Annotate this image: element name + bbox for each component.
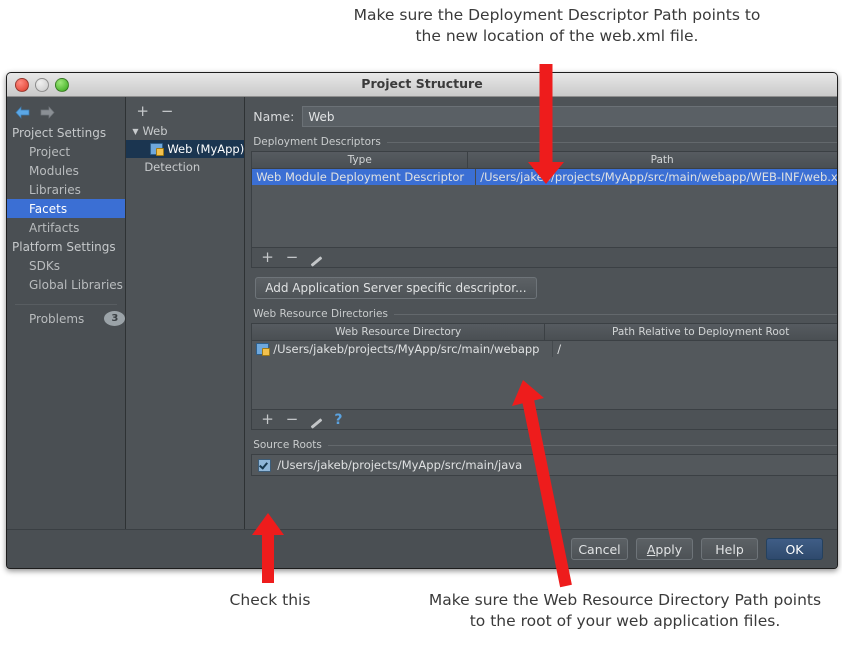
tree-node-detection[interactable]: Detection (126, 158, 244, 176)
web-resource-directories-toolbar: + − ? (252, 409, 837, 429)
table-empty-area (252, 185, 837, 247)
source-root-row[interactable]: /Users/jakeb/projects/MyApp/src/main/jav… (251, 454, 837, 476)
add-web-resource-icon[interactable]: + (261, 412, 274, 427)
add-descriptor-icon[interactable]: + (261, 250, 274, 265)
table-empty-area (252, 357, 837, 409)
window-body: Project Settings Project Modules Librari… (7, 97, 837, 568)
group-label-text: Source Roots (253, 439, 322, 451)
sidebar-nav-buttons (7, 97, 125, 123)
table-row[interactable]: /Users/jakeb/projects/MyApp/src/main/web… (252, 341, 837, 357)
deployment-descriptors-table[interactable]: Type Path Web Module Deployment Descript… (251, 151, 837, 268)
facets-tree-panel: + − ▼ Web Web (MyApp) Detection (126, 97, 246, 568)
group-rule (393, 313, 837, 315)
annotation-web-resource-directory: Make sure the Web Resource Directory Pat… (428, 591, 822, 630)
ok-button[interactable]: OK (766, 538, 823, 560)
tree-node-label: Detection (144, 160, 201, 174)
deployment-descriptors-group-label: Deployment Descriptors (253, 136, 837, 148)
cell-type: Web Module Deployment Descriptor (256, 170, 465, 184)
remove-descriptor-icon[interactable]: − (286, 250, 299, 265)
sidebar-item-problems[interactable]: Problems 3 (7, 311, 126, 326)
tree-node-label: Web (142, 124, 168, 138)
table-header-row: Web Resource Directory Path Relative to … (252, 324, 837, 341)
problems-count-badge: 3 (104, 311, 126, 326)
web-resource-directories-group-label: Web Resource Directories (253, 308, 837, 320)
dialog-footer: Cancel Apply Help OK (7, 529, 837, 568)
cell-directory: /Users/jakeb/projects/MyApp/src/main/web… (252, 341, 552, 357)
sidebar-item-modules[interactable]: Modules (7, 161, 125, 180)
tree-node-label: Web (MyApp) (167, 142, 245, 156)
help-button[interactable]: Help (701, 538, 758, 560)
help-icon[interactable]: ? (334, 412, 342, 428)
facet-name-row: Name: (251, 97, 837, 127)
facet-name-input[interactable] (302, 106, 837, 127)
remove-web-resource-icon[interactable]: − (286, 412, 299, 427)
sidebar-group-project-settings: Project Settings (12, 125, 107, 140)
cancel-button[interactable]: Cancel (571, 538, 628, 560)
annotation-check-this: Check this (229, 591, 311, 609)
settings-sidebar: Project Settings Project Modules Librari… (7, 97, 127, 568)
chevron-down-icon[interactable]: ▼ (132, 127, 138, 136)
apply-button[interactable]: Apply (636, 538, 693, 560)
facet-detail-pane: Name: Deployment Descriptors Type Path W… (245, 97, 837, 568)
project-structure-window: Project Structure Project Settings Proje… (6, 72, 838, 569)
add-application-server-descriptor-button[interactable]: Add Application Server specific descript… (255, 277, 537, 299)
group-rule (327, 444, 837, 446)
remove-facet-icon[interactable]: − (161, 103, 174, 119)
column-header-path[interactable]: Path (467, 152, 837, 168)
web-resource-directories-table[interactable]: Web Resource Directory Path Relative to … (251, 323, 837, 430)
window-title: Project Structure (361, 76, 483, 91)
column-header-web-resource-directory[interactable]: Web Resource Directory (252, 324, 545, 340)
source-root-checkbox[interactable] (258, 458, 272, 472)
problems-label: Problems (29, 311, 85, 326)
cell-path: /Users/jakeb/projects/MyApp/src/main/web… (475, 169, 837, 185)
table-row[interactable]: Web Module Deployment Descriptor /Users/… (252, 169, 837, 185)
sidebar-group-platform-settings: Platform Settings (12, 239, 116, 254)
tree-node-web-myapp[interactable]: Web (MyApp) (126, 140, 245, 158)
annotation-deployment-descriptor: Make sure the Deployment Descriptor Path… (353, 6, 761, 45)
group-rule (386, 141, 837, 143)
window-titlebar[interactable]: Project Structure (7, 73, 837, 97)
name-label: Name: (253, 109, 295, 124)
source-root-path: /Users/jakeb/projects/MyApp/src/main/jav… (277, 458, 523, 472)
cell-relative-path: / (552, 341, 837, 357)
table-header-row: Type Path (252, 152, 837, 169)
web-facet-icon (150, 143, 165, 156)
sidebar-item-facets[interactable]: Facets (7, 199, 126, 218)
group-label-text: Web Resource Directories (253, 308, 388, 320)
sidebar-item-sdks[interactable]: SDKs (7, 256, 125, 275)
apply-rest: pply (655, 541, 683, 557)
column-header-path-relative[interactable]: Path Relative to Deployment Root (544, 324, 837, 340)
sidebar-item-artifacts[interactable]: Artifacts (7, 218, 125, 237)
sidebar-item-libraries[interactable]: Libraries (7, 180, 125, 199)
forward-arrow-icon[interactable] (40, 105, 55, 119)
cell-directory-text: /Users/jakeb/projects/MyApp/src/main/web… (273, 342, 540, 356)
facets-tree-toolbar: + − (126, 97, 244, 122)
tree-node-web-group[interactable]: ▼ Web (126, 122, 244, 140)
back-arrow-icon[interactable] (15, 105, 30, 119)
group-label-text: Deployment Descriptors (253, 136, 381, 148)
sidebar-item-project[interactable]: Project (7, 142, 125, 161)
add-facet-icon[interactable]: + (136, 103, 149, 119)
folder-icon (256, 343, 271, 356)
column-header-type[interactable]: Type (252, 152, 468, 168)
sidebar-item-global-libraries[interactable]: Global Libraries (7, 275, 125, 294)
sidebar-divider (15, 304, 118, 305)
edit-descriptor-icon[interactable] (310, 252, 322, 264)
edit-web-resource-icon[interactable] (310, 414, 322, 426)
deployment-descriptors-toolbar: + − (252, 247, 837, 267)
source-roots-group-label: Source Roots (253, 439, 837, 451)
